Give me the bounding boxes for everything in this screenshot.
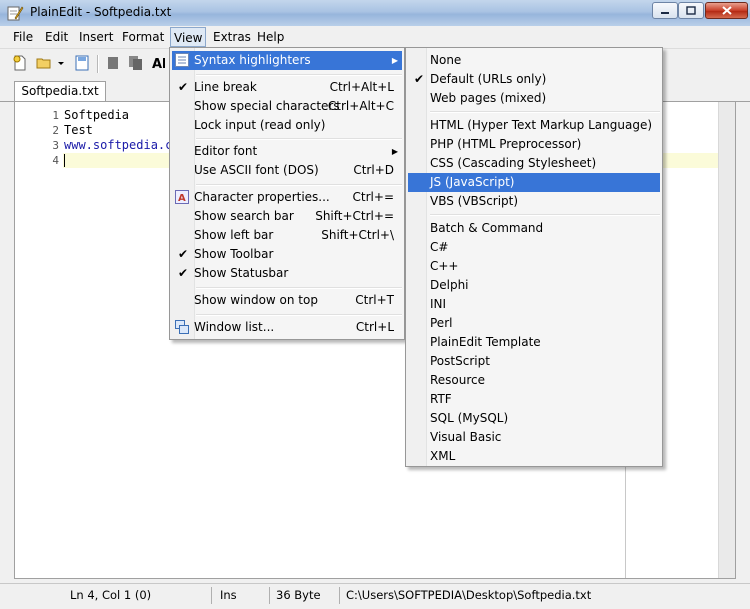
copy-icon[interactable] [128, 55, 144, 71]
syntax-item[interactable]: INI [408, 295, 660, 314]
maximize-icon [686, 6, 696, 15]
line-number: 4 [52, 154, 59, 167]
syntax-item[interactable]: RTF [408, 390, 660, 409]
menu-help[interactable]: Help [253, 29, 288, 45]
tab-softpedia-txt[interactable]: Softpedia.txt [14, 81, 106, 101]
syntax-item[interactable]: ✔ Default (URLs only) [408, 70, 660, 89]
open-folder-icon[interactable] [36, 55, 52, 71]
menu-format[interactable]: Format [118, 29, 168, 45]
line-number: 2 [52, 124, 59, 137]
line-number: 3 [52, 139, 59, 152]
syntax-item[interactable]: PostScript [408, 352, 660, 371]
status-insert-mode: Ins [214, 587, 270, 604]
code-line-url[interactable]: www.softpedia.c [64, 138, 172, 153]
checkmark-icon: ✔ [178, 266, 189, 280]
syntax-item[interactable]: C++ [408, 257, 660, 276]
code-line: Test [64, 123, 93, 137]
syntax-highlighters-submenu: None ✔ Default (URLs only) Web pages (mi… [405, 47, 663, 467]
window-list-icon [175, 320, 189, 334]
open-dropdown-chevron-down-icon[interactable] [56, 55, 66, 71]
syntax-item[interactable]: Perl [408, 314, 660, 333]
title-bar[interactable]: PlainEdit - Softpedia.txt [0, 0, 750, 26]
menu-bar: File Edit Insert Format View Extras Help [0, 26, 750, 49]
menu-separator [196, 74, 402, 76]
syntax-item-highlighted[interactable]: JS (JavaScript) [408, 173, 660, 192]
syntax-item[interactable]: Visual Basic [408, 428, 660, 447]
maximize-button[interactable] [678, 2, 704, 19]
menu-item-syntax-highlighters[interactable]: Syntax highlighters ▶ [172, 51, 402, 70]
status-file-path: C:\Users\SOFTPEDIA\Desktop\Softpedia.txt [346, 588, 592, 602]
status-file-size: 36 Byte [270, 587, 340, 604]
toolbar-separator [97, 55, 99, 73]
menu-extras[interactable]: Extras [209, 29, 255, 45]
checkmark-icon: ✔ [178, 247, 189, 261]
submenu-arrow-icon: ▶ [391, 56, 398, 65]
menu-item-show-toolbar[interactable]: ✔ Show Toolbar [172, 245, 402, 264]
character-properties-icon: A [175, 190, 189, 204]
checkmark-icon: ✔ [414, 72, 425, 86]
text-caret [64, 154, 65, 167]
save-icon[interactable] [74, 55, 90, 71]
close-button[interactable] [705, 2, 748, 19]
vertical-scrollbar[interactable] [718, 102, 735, 578]
menu-item-show-search-bar[interactable]: Show search bar Shift+Ctrl+= [172, 207, 402, 226]
window-title: PlainEdit - Softpedia.txt [30, 5, 172, 19]
syntax-item[interactable]: CSS (Cascading Stylesheet) [408, 154, 660, 173]
syntax-item[interactable]: PlainEdit Template [408, 333, 660, 352]
menu-item-show-special-characters[interactable]: Show special characters Ctrl+Alt+C [172, 97, 402, 116]
menu-separator [430, 214, 660, 216]
syntax-item[interactable]: Resource [408, 371, 660, 390]
syntax-item[interactable]: XML [408, 447, 660, 466]
menu-file[interactable]: File [9, 29, 37, 45]
view-menu-dropdown: Syntax highlighters ▶ ✔ Line break Ctrl+… [169, 47, 405, 340]
line-number-gutter: 1 2 3 4 [15, 102, 61, 578]
app-pen-icon [7, 6, 24, 21]
close-icon [721, 6, 732, 15]
menu-item-show-left-bar[interactable]: Show left bar Shift+Ctrl+\ [172, 226, 402, 245]
menu-separator [196, 314, 402, 316]
status-cursor-position: Ln 4, Col 1 (0) [64, 587, 212, 604]
status-bar: Ln 4, Col 1 (0) Ins 36 Byte C:\Users\SOF… [0, 583, 750, 608]
menu-item-editor-font[interactable]: Editor font ▶ [172, 142, 402, 161]
menu-item-use-ascii-font[interactable]: Use ASCII font (DOS) Ctrl+D [172, 161, 402, 180]
minimize-icon [661, 11, 669, 14]
svg-text:A: A [152, 57, 162, 71]
menu-separator [196, 138, 402, 140]
menu-insert[interactable]: Insert [75, 29, 117, 45]
menu-item-character-properties[interactable]: A Character properties... Ctrl+= [172, 188, 402, 207]
menu-view[interactable]: View [170, 27, 207, 47]
syntax-item[interactable]: PHP (HTML Preprocessor) [408, 135, 660, 154]
syntax-item[interactable]: Web pages (mixed) [408, 89, 660, 108]
syntax-item[interactable]: HTML (Hyper Text Markup Language) [408, 116, 660, 135]
syntax-item[interactable]: C# [408, 238, 660, 257]
cut-icon[interactable] [106, 55, 122, 71]
code-line: Softpedia [64, 108, 130, 122]
syntax-item[interactable]: None [408, 51, 660, 70]
syntax-item[interactable]: Batch & Command [408, 219, 660, 238]
font-icon[interactable]: A [152, 55, 168, 71]
checkmark-icon: ✔ [178, 80, 189, 94]
menu-edit[interactable]: Edit [41, 29, 72, 45]
line-number: 1 [52, 109, 59, 122]
syntax-item[interactable]: SQL (MySQL) [408, 409, 660, 428]
menu-item-line-break[interactable]: ✔ Line break Ctrl+Alt+L [172, 78, 402, 97]
syntax-item[interactable]: VBS (VBScript) [408, 192, 660, 211]
menu-separator [196, 287, 402, 289]
minimize-button[interactable] [652, 2, 678, 19]
main-window: PlainEdit - Softpedia.txt File Edit Inse… [0, 0, 750, 609]
syntax-item[interactable]: Delphi [408, 276, 660, 295]
menu-item-show-statusbar[interactable]: ✔ Show Statusbar [172, 264, 402, 283]
svg-text:A: A [178, 193, 186, 204]
menu-item-lock-input[interactable]: Lock input (read only) [172, 116, 402, 135]
syntax-grid-icon [175, 53, 189, 67]
menu-item-window-list[interactable]: Window list... Ctrl+L [172, 318, 402, 337]
submenu-arrow-icon: ▶ [391, 147, 398, 156]
menu-separator [430, 111, 660, 113]
menu-separator [196, 184, 402, 186]
menu-item-show-window-on-top[interactable]: Show window on top Ctrl+T [172, 291, 402, 310]
new-file-icon[interactable] [12, 55, 28, 71]
